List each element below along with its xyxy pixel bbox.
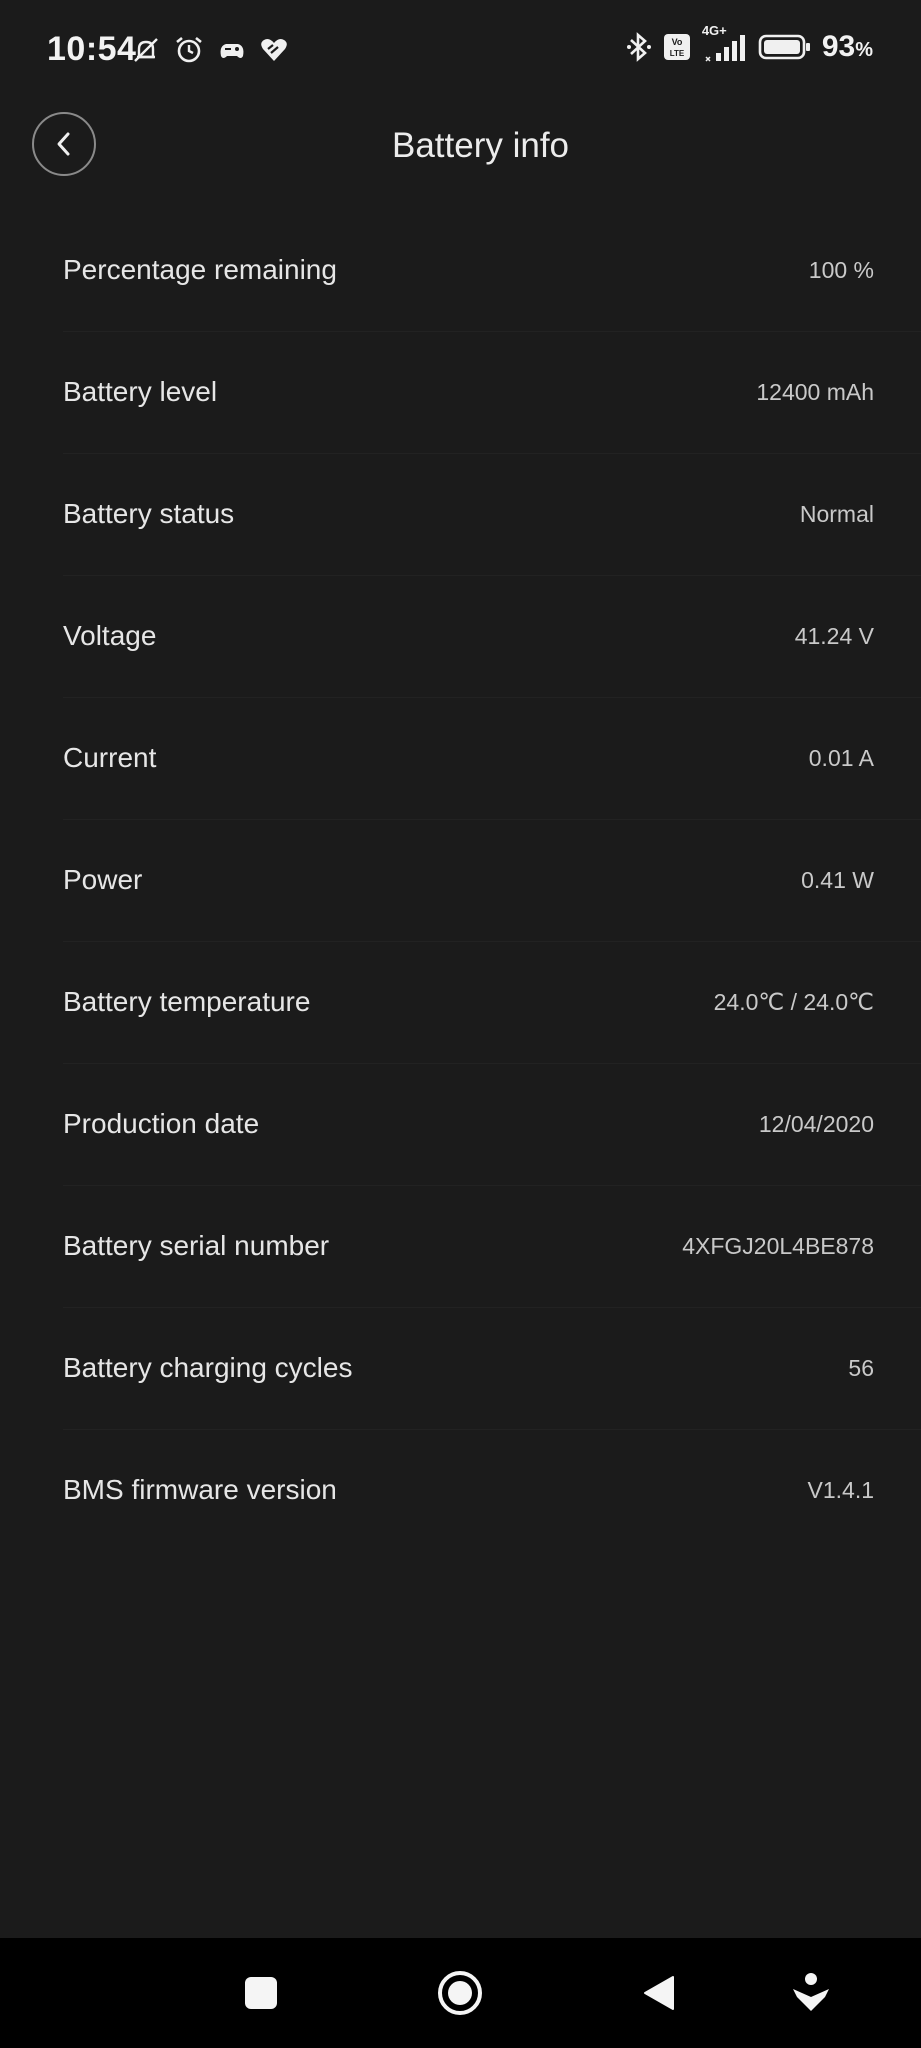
info-row-battery-charging-cycles: Battery charging cycles 56 — [63, 1308, 921, 1430]
info-value: Normal — [799, 501, 874, 527]
battery-percentage: 93% — [821, 30, 873, 63]
heart-icon — [259, 37, 289, 63]
battery-icon — [758, 33, 812, 61]
bluetooth-icon — [626, 31, 652, 63]
info-label: Battery temperature — [63, 986, 311, 1017]
info-value: 12/04/2020 — [758, 1111, 874, 1137]
info-value: 0.41 W — [801, 867, 874, 893]
info-label: Battery serial number — [63, 1230, 330, 1261]
info-value: 0.01 A — [808, 745, 874, 771]
info-label: Production date — [63, 1108, 260, 1139]
mute-icon — [131, 35, 161, 65]
alarm-icon — [173, 34, 205, 66]
game-icon — [217, 38, 247, 62]
info-row-percentage-remaining: Percentage remaining 100 % — [63, 210, 921, 332]
info-value: 100 % — [808, 257, 874, 283]
volte-icon: Vo LTE — [662, 32, 692, 62]
info-label: Current — [63, 742, 157, 773]
home-button[interactable] — [425, 1958, 495, 2028]
back-nav-button[interactable] — [624, 1958, 694, 2028]
info-value: 4XFGJ20L4BE878 — [682, 1233, 874, 1259]
info-label: BMS firmware version — [63, 1474, 337, 1505]
assistant-icon — [793, 1973, 829, 2011]
status-left-icons — [131, 34, 289, 66]
info-label: Battery charging cycles — [63, 1352, 353, 1383]
status-time: 10:54 — [47, 30, 137, 68]
info-row-voltage: Voltage 41.24 V — [63, 576, 921, 698]
info-value: 41.24 V — [794, 623, 874, 649]
info-row-battery-temperature: Battery temperature 24.0℃ / 24.0℃ — [63, 942, 921, 1064]
status-bar: 10:54 Vo LTE 4G+ 93% — [0, 0, 921, 104]
info-label: Battery level — [63, 376, 218, 407]
info-row-current: Current 0.01 A — [63, 698, 921, 820]
info-row-battery-serial-number: Battery serial number 4XFGJ20L4BE878 — [63, 1186, 921, 1308]
home-icon — [438, 1971, 482, 2015]
svg-text:Vo: Vo — [671, 37, 682, 47]
info-value: 56 — [848, 1355, 874, 1381]
info-label: Voltage — [63, 620, 157, 651]
info-row-power: Power 0.41 W — [63, 820, 921, 942]
info-row-bms-firmware-version: BMS firmware version V1.4.1 — [63, 1430, 921, 1552]
header: Battery info — [0, 104, 921, 224]
info-label: Percentage remaining — [63, 254, 337, 285]
status-right-icons: Vo LTE 4G+ 93% — [626, 23, 873, 64]
info-row-battery-level: Battery level 12400 mAh — [63, 332, 921, 454]
recents-icon — [245, 1977, 277, 2009]
svg-text:LTE: LTE — [670, 49, 685, 58]
info-value: V1.4.1 — [807, 1477, 875, 1503]
signal-icon: 4G+ — [702, 23, 748, 63]
assistant-button[interactable] — [776, 1958, 846, 2028]
back-icon — [644, 1976, 674, 2010]
info-value: 12400 mAh — [756, 379, 874, 405]
info-row-production-date: Production date 12/04/2020 — [63, 1064, 921, 1186]
recents-button[interactable] — [226, 1958, 296, 2028]
info-value: 24.0℃ / 24.0℃ — [713, 989, 874, 1015]
network-type-label: 4G+ — [701, 23, 727, 38]
navigation-bar — [0, 1938, 921, 2048]
info-label: Power — [63, 864, 143, 895]
info-label: Battery status — [63, 498, 235, 529]
info-row-battery-status: Battery status Normal — [63, 454, 921, 576]
battery-info-list: Percentage remaining 100 % Battery level… — [0, 210, 921, 1552]
page-title: Battery info — [391, 126, 570, 165]
